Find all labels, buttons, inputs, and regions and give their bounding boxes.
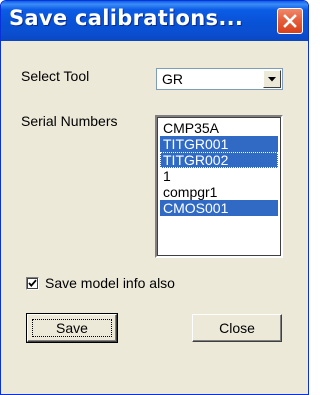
serial-number-item[interactable]: TITGR002 (160, 152, 278, 168)
checkmark-icon (28, 279, 37, 287)
serial-numbers-list[interactable]: CMP35A TITGR001 TITGR002 1 compgr1 CMOS001 (155, 115, 283, 258)
serial-number-item[interactable]: 1 (160, 168, 278, 184)
chevron-down-icon (268, 77, 276, 82)
select-tool-value: GR (162, 71, 183, 87)
window-title: Save calibrations... (9, 6, 244, 30)
save-button[interactable]: Save (26, 313, 118, 343)
dropdown-arrow-button[interactable] (263, 70, 281, 88)
save-model-label: Save model info also (45, 275, 175, 291)
save-button-label: Save (56, 320, 88, 336)
select-tool-dropdown[interactable]: GR (156, 68, 283, 90)
window-close-button[interactable] (277, 8, 303, 34)
dialog-body: Select Tool GR Serial Numbers CMP35A TITG… (4, 41, 305, 391)
serial-number-item[interactable]: CMOS001 (160, 200, 278, 216)
close-button[interactable]: Close (192, 314, 282, 342)
serial-number-item[interactable]: compgr1 (160, 184, 278, 200)
save-model-checkbox[interactable] (26, 277, 39, 290)
serial-number-item[interactable]: TITGR001 (160, 136, 278, 152)
title-bar[interactable]: Save calibrations... (1, 1, 308, 41)
close-icon (283, 14, 297, 28)
save-calibrations-dialog: Save calibrations... Select Tool GR Seri… (0, 0, 309, 395)
serial-number-item[interactable]: CMP35A (160, 120, 278, 136)
serial-numbers-items: CMP35A TITGR001 TITGR002 1 compgr1 CMOS001 (160, 120, 278, 216)
select-tool-label: Select Tool (21, 68, 90, 84)
serial-numbers-label: Serial Numbers (21, 113, 118, 129)
